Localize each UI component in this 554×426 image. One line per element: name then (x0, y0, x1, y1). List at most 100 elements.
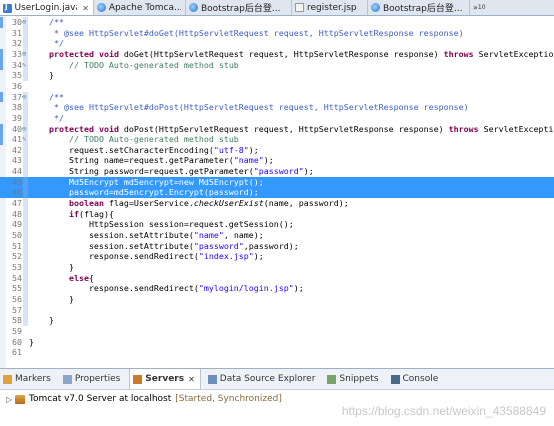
bottom-tab-data-source[interactable]: Data Source Explorer (205, 369, 321, 389)
code-line[interactable]: 54 else{ (0, 273, 554, 284)
line-number: 54 (12, 272, 22, 283)
tab-label: Bootstrap后台登... (201, 4, 281, 14)
bottom-tab-markers[interactable]: Markers (0, 369, 56, 389)
line-number: 44 (12, 166, 22, 177)
line-number: 49 (12, 219, 22, 230)
bottom-tab-label: Servers (145, 374, 185, 384)
bottom-tab-label: Properties (74, 374, 121, 384)
code-text: } (29, 315, 54, 326)
console-icon (390, 374, 400, 384)
code-line[interactable]: 35 } (0, 70, 554, 81)
code-line[interactable]: 46 password=md5encrypt.Encrypt(password)… (0, 187, 554, 199)
code-line[interactable]: 56 } (0, 294, 554, 305)
code-line[interactable]: 33 ⊖ protected void doGet(HttpServletRequ… (0, 48, 554, 60)
bottom-tab-snippets[interactable]: Snippets (324, 369, 383, 389)
line-number: 60 (12, 336, 22, 347)
code-line[interactable]: 44 String password=request.getParameter(… (0, 166, 554, 177)
code-text: String password=request.getParameter("pa… (29, 166, 314, 177)
code-line[interactable]: 52 response.sendRedirect("index.jsp"); (0, 251, 554, 262)
tab-label: UserLogin.java (14, 3, 78, 13)
bottom-tab-label: Data Source Explorer (219, 374, 316, 384)
line-number: 58 (12, 315, 22, 326)
bottom-tab-console[interactable]: Console (388, 369, 444, 389)
line-number: 39 (12, 112, 22, 123)
code-line[interactable]: 30 ⊖ /** (0, 17, 554, 28)
line-number: 51 (12, 240, 22, 251)
bottom-tab-servers[interactable]: Servers ✕ (129, 369, 201, 389)
line-number: 57 (12, 304, 22, 315)
line-number: 30 (12, 17, 22, 27)
line-number: 37 (12, 91, 22, 102)
bottom-tab-label: Console (402, 374, 439, 384)
code-line[interactable]: 61 (0, 347, 554, 358)
code-line[interactable]: 37 ⊖ /** (0, 91, 554, 103)
code-line[interactable]: 43 String name=request.getParameter("nam… (0, 155, 554, 166)
code-line[interactable]: 38 * @see HttpServlet#doPost(HttpServlet… (0, 102, 554, 113)
expand-triangle-icon[interactable]: ▷ (6, 395, 12, 404)
line-number: 48 (12, 208, 22, 219)
code-line[interactable]: 60} (0, 337, 554, 348)
code-line[interactable]: 59 (0, 326, 554, 337)
tab-label: Apache Tomca... (108, 2, 181, 13)
tab-2[interactable]: Bootstrap后台登... (186, 0, 292, 15)
tab-overflow-button[interactable]: » 10 (470, 0, 486, 15)
code-text: /** (48, 91, 64, 102)
tab-0[interactable]: UserLogin.java ✕ (0, 0, 94, 15)
code-line[interactable]: 32 */ (0, 38, 554, 49)
server-icon (15, 394, 25, 404)
change-marker (0, 48, 3, 60)
bottom-panel: Markers Properties Servers ✕ Data Source Exp… (0, 368, 554, 426)
code-text: /** (48, 17, 64, 27)
close-icon[interactable]: ✕ (82, 4, 89, 13)
code-text: } (29, 261, 74, 272)
code-line[interactable]: 41 ✎ // TODO Auto-generated method stub (0, 134, 554, 145)
code-line[interactable]: 53 } (0, 262, 554, 273)
tab-1[interactable]: Apache Tomca... (94, 0, 186, 15)
code-line[interactable]: 31 * @see HttpServlet#doGet(HttpServletR… (0, 28, 554, 39)
bottom-tab-label: Markers (15, 374, 51, 384)
tab-overflow-count: 10 (477, 4, 486, 11)
code-line[interactable]: 47 boolean flag=UserService.checkUserExi… (0, 198, 554, 209)
code-text: } (29, 293, 74, 304)
bottom-tab-properties[interactable]: Properties (60, 369, 125, 389)
tab-3[interactable]: register.jsp (292, 0, 368, 15)
code-text: protected void doGet(HttpServletRequest … (48, 48, 554, 59)
code-line[interactable]: 51 session.setAttribute("password",passw… (0, 241, 554, 252)
code-line[interactable]: 57 (0, 305, 554, 316)
line-number: 43 (12, 155, 22, 166)
code-text: Md5Encrypt md5encrypt=new Md5Encrypt(); (29, 176, 264, 187)
code-editor[interactable]: 30 ⊖ /** 31 * @see HttpServlet#doGet(HttpS… (0, 16, 554, 368)
watermark: https://blog.csdn.net/weixin_43588849 (341, 404, 546, 418)
code-line[interactable]: 58 } (0, 315, 554, 326)
code-text: password=md5encrypt.Encrypt(password); (29, 187, 259, 198)
code-text: } (29, 336, 34, 347)
change-marker (0, 17, 3, 28)
editor-tab-bar: UserLogin.java ✕ Apache Tomca... Bootstrap后… (0, 0, 554, 16)
change-marker (0, 134, 3, 145)
code-line[interactable]: 34 ✎ // TODO Auto-generated method stub (0, 59, 554, 71)
code-line[interactable]: 45 Md5Encrypt md5encrypt=new Md5Encrypt(… (0, 176, 554, 188)
close-icon[interactable]: ✕ (188, 375, 195, 384)
code-line[interactable]: 49 HttpSession session=request.getSessio… (0, 219, 554, 230)
code-text: String name=request.getParameter("name")… (29, 155, 274, 166)
line-number: 38 (12, 102, 22, 113)
code-line[interactable]: 50 session.setAttribute("name", name); (0, 230, 554, 241)
code-line[interactable]: 40 ⊖ protected void doPost(HttpServletReq… (0, 123, 554, 135)
code-line[interactable]: 42 request.setCharacterEncoding("utf-8")… (0, 145, 554, 156)
tab-label: register.jsp (307, 2, 357, 13)
line-number: 56 (12, 293, 22, 304)
code-text: session.setAttribute("name", name); (29, 230, 264, 240)
code-text: // TODO Auto-generated method stub (68, 59, 239, 70)
globe-icon (97, 3, 106, 12)
change-marker (0, 91, 3, 103)
code-line[interactable]: 39 */ (0, 113, 554, 124)
code-text: session.setAttribute("password",password… (29, 240, 299, 251)
code-text: * @see HttpServlet#doGet(HttpServletRequ… (53, 27, 464, 38)
code-line[interactable]: 55 response.sendRedirect("mylogin/login.… (0, 283, 554, 294)
code-text: * @see HttpServlet#doPost(HttpServletReq… (53, 102, 469, 113)
java-file-icon (3, 3, 12, 13)
code-text: */ (53, 112, 64, 123)
tab-4[interactable]: Bootstrap后台登... (368, 0, 470, 15)
code-line[interactable]: 48 if(flag){ (0, 209, 554, 220)
code-line[interactable]: 36 (0, 81, 554, 92)
